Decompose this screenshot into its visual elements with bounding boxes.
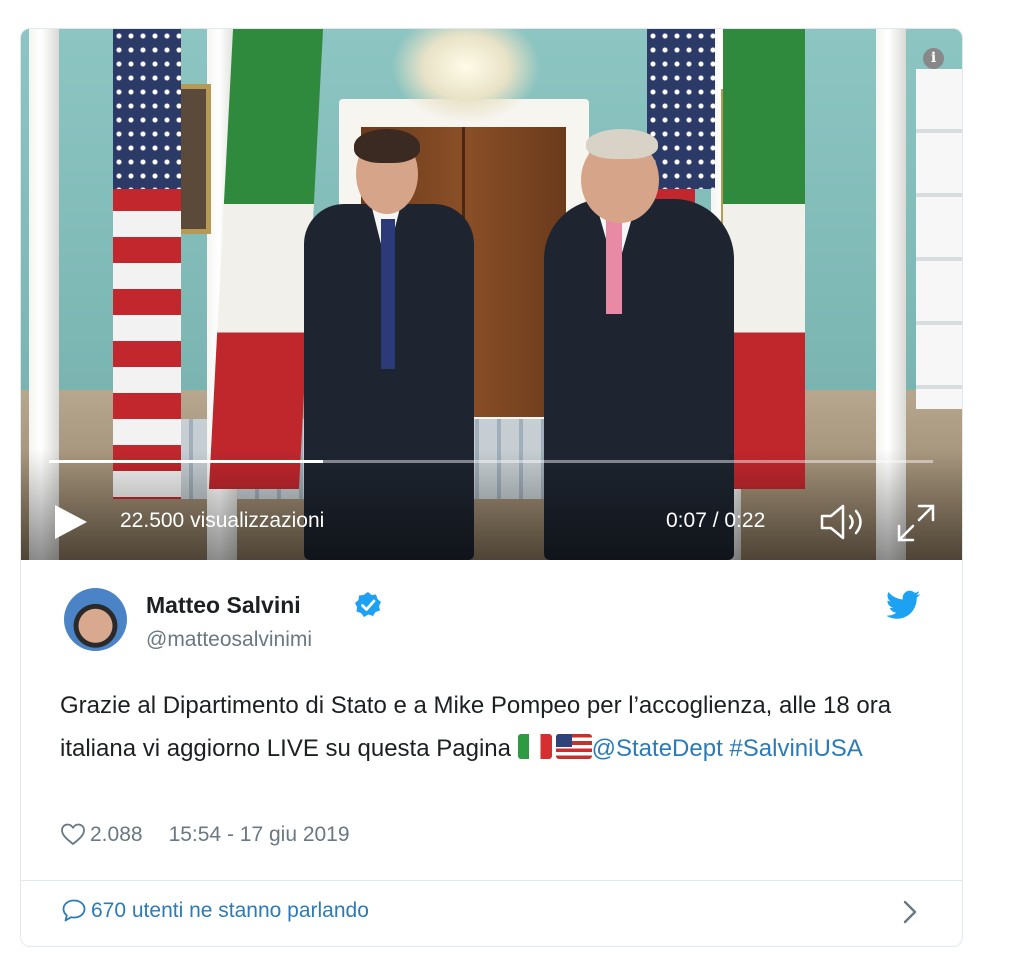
video-time: 0:07 / 0:22 [666, 509, 766, 532]
italy-flag-emoji-icon [517, 734, 552, 759]
flag-emojis [517, 730, 592, 773]
view-count: 22.500 visualizzazioni [120, 509, 325, 532]
comment-bubble-icon [62, 899, 86, 922]
video-progress-fill [49, 460, 324, 463]
mention-link[interactable]: @StateDept [592, 735, 723, 762]
like-count[interactable]: 2.088 [90, 823, 143, 846]
embedded-tweet-card: 22.500 visualizzazioni 0:07 / 0:22 i Mat… [20, 28, 963, 947]
conversation-link[interactable]: 670 utenti ne stanno parlando [61, 898, 369, 923]
avatar[interactable] [64, 588, 127, 651]
tweet-timestamp[interactable]: 15:54 - 17 giu 2019 [169, 823, 350, 846]
tweet-meta: 2.088 15:54 - 17 giu 2019 [60, 822, 350, 847]
video-player[interactable]: 22.500 visualizzazioni 0:07 / 0:22 i [21, 29, 962, 560]
usa-flag-emoji-icon [555, 734, 592, 759]
us-flag-left [113, 29, 181, 499]
tweet-text: Grazie al Dipartimento di Stato e a Mike… [60, 684, 940, 773]
video-window [916, 69, 962, 409]
fullscreen-icon[interactable] [895, 502, 937, 544]
volume-icon[interactable] [819, 503, 871, 541]
twitter-bird-icon[interactable] [887, 590, 921, 620]
video-chandelier [391, 29, 541, 124]
author-name[interactable]: Matteo Salvini [146, 592, 301, 619]
italian-flag-right [723, 29, 805, 489]
author-handle[interactable]: @matteosalvinimi [146, 628, 312, 652]
verified-badge-icon [355, 592, 381, 617]
heart-icon[interactable] [60, 822, 86, 846]
divider [21, 880, 962, 881]
hashtag-link[interactable]: #SalviniUSA [729, 735, 862, 762]
conversation-label[interactable]: 670 utenti ne stanno parlando [91, 899, 369, 922]
video-progress-bar[interactable] [49, 460, 933, 463]
info-icon[interactable]: i [923, 48, 944, 69]
play-icon[interactable] [51, 502, 91, 542]
chevron-right-icon[interactable] [901, 899, 919, 925]
